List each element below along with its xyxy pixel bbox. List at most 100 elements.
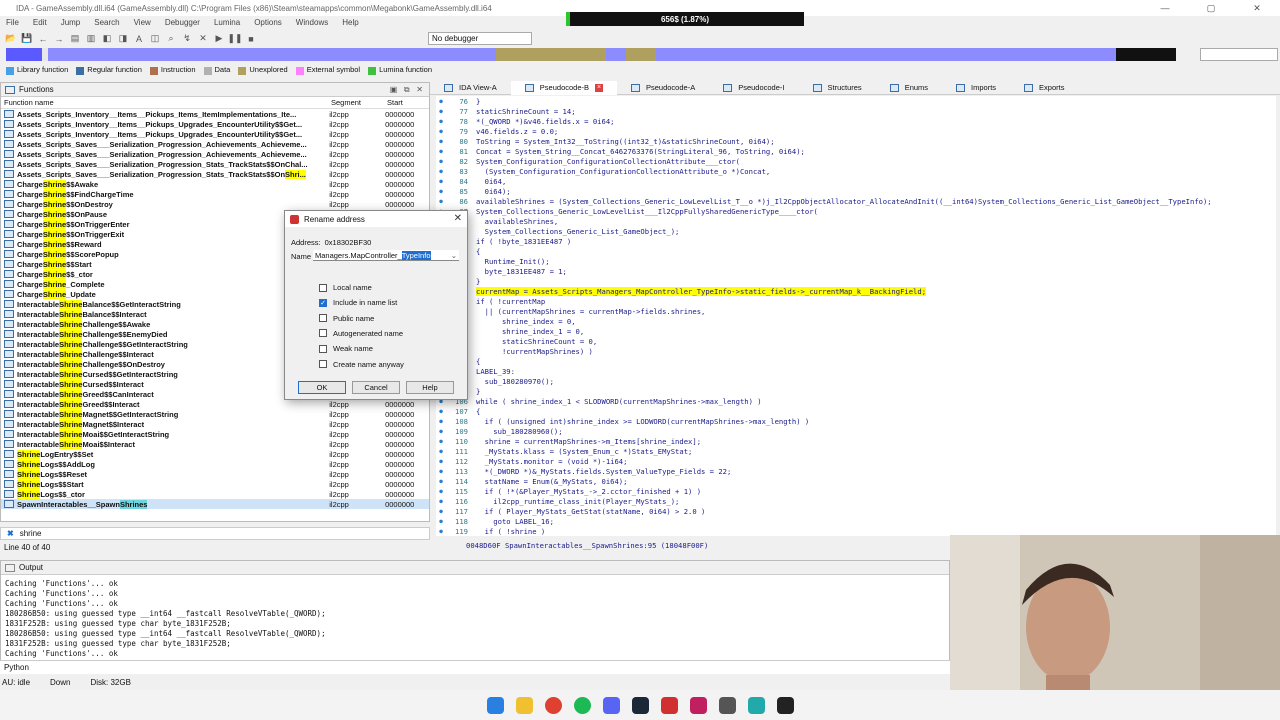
stop-icon[interactable]: ✕	[196, 32, 210, 45]
option-create-name-anyway[interactable]: Create name anyway	[319, 360, 404, 369]
segment-select[interactable]	[1200, 48, 1278, 61]
function-row[interactable]: ShrineLogEntry$$Set il2cpp 0000000	[1, 449, 429, 459]
play-icon[interactable]: ▶	[212, 32, 226, 45]
menu-options[interactable]: Options	[254, 18, 282, 27]
checkbox[interactable]	[319, 360, 327, 368]
pseudocode-view[interactable]: ● 76} ● 77 staticShrineCount = 14; ● 78 *(_QWOR…	[436, 96, 1276, 536]
function-row[interactable]: Assets_Scripts_Saves___Serialization_Pro…	[1, 149, 429, 159]
tab-enums[interactable]: Enums	[876, 81, 942, 95]
ok-button[interactable]: OK	[298, 381, 346, 394]
breakpoint-dot-icon[interactable]: ●	[436, 98, 446, 105]
breakpoint-dot-icon[interactable]: ●	[436, 158, 446, 165]
help-button[interactable]: Help	[406, 381, 454, 394]
function-row[interactable]: ShrineLogs$$Start il2cpp 0000000	[1, 479, 429, 489]
function-row[interactable]: ChargeShrine$$OnDestroy il2cpp 0000000	[1, 199, 429, 209]
breakpoint-dot-icon[interactable]: ●	[436, 408, 446, 415]
tab-exports[interactable]: Exports	[1010, 81, 1078, 95]
function-row[interactable]: Assets_Scripts_Inventory__Items__Pickups…	[1, 119, 429, 129]
cancel-button[interactable]: Cancel	[352, 381, 400, 394]
breakpoint-dot-icon[interactable]: ●	[436, 178, 446, 185]
panel-controls-icon[interactable]: ▣ ⧉ ✕	[390, 85, 423, 95]
col-start[interactable]: Start	[387, 98, 427, 107]
function-row[interactable]: Assets_Scripts_Saves___Serialization_Pro…	[1, 169, 429, 179]
close-icon[interactable]: ✕	[1234, 0, 1280, 16]
breakpoint-dot-icon[interactable]: ●	[436, 168, 446, 175]
breakpoint-dot-icon[interactable]: ●	[436, 508, 446, 515]
menu-debugger[interactable]: Debugger	[165, 18, 200, 27]
breakpoint-dot-icon[interactable]: ●	[436, 428, 446, 435]
menu-edit[interactable]: Edit	[33, 18, 47, 27]
search-icon[interactable]: ⌕	[164, 32, 178, 45]
function-row[interactable]: InteractableShrineMagnet$$Interact il2cpp…	[1, 419, 429, 429]
breakpoint-dot-icon[interactable]: ●	[436, 498, 446, 505]
breakpoint-dot-icon[interactable]: ●	[436, 448, 446, 455]
checkbox[interactable]	[319, 283, 327, 292]
breakpoint-dot-icon[interactable]: ●	[436, 128, 446, 135]
menu-file[interactable]: File	[6, 18, 19, 27]
col-segment[interactable]: Segment	[331, 98, 387, 107]
function-row[interactable]: Assets_Scripts_Saves___Serialization_Pro…	[1, 139, 429, 149]
python-input[interactable]: Python	[0, 660, 950, 674]
function-row[interactable]: ChargeShrine$$Awake il2cpp 0000000	[1, 179, 429, 189]
breakpoint-dot-icon[interactable]: ●	[436, 468, 446, 475]
debugger-select[interactable]: No debugger	[428, 32, 532, 45]
code-icon[interactable]: ◧	[100, 32, 114, 45]
menu-view[interactable]: View	[134, 18, 151, 27]
function-row[interactable]: Assets_Scripts_Inventory__Items__Pickups…	[1, 109, 429, 119]
breakpoint-dot-icon[interactable]: ●	[436, 458, 446, 465]
ida-icon[interactable]	[747, 696, 765, 714]
function-row[interactable]: ShrineLogs$$_ctor il2cpp 0000000	[1, 489, 429, 499]
open-icon[interactable]: 📂	[4, 32, 18, 45]
menu-windows[interactable]: Windows	[296, 18, 328, 27]
tab-pseudocode-a[interactable]: Pseudocode-A	[617, 81, 709, 95]
binary-icon[interactable]: ▤	[68, 32, 82, 45]
explorer-icon[interactable]	[515, 696, 533, 714]
checkbox[interactable]	[319, 329, 327, 338]
menu-search[interactable]: Search	[94, 18, 119, 27]
name-input[interactable]: Managers.MapController_ TypeInfo ⌄	[313, 250, 459, 261]
tab-pseudocode-b[interactable]: Pseudocode-B ×	[510, 80, 617, 95]
app3-icon[interactable]	[718, 696, 736, 714]
option-autogenerated-name[interactable]: Autogenerated name	[319, 329, 403, 338]
function-row[interactable]: InteractableShrineMoai$$Interact il2cpp 00…	[1, 439, 429, 449]
checkbox[interactable]: ✓	[319, 298, 327, 307]
graph-icon[interactable]: ◫	[148, 32, 162, 45]
function-row[interactable]: ShrineLogs$$Reset il2cpp 0000000	[1, 469, 429, 479]
tab-structures[interactable]: Structures	[799, 81, 876, 95]
save-icon[interactable]: 💾	[20, 32, 34, 45]
tab-pseudocode-i[interactable]: Pseudocode-I	[709, 81, 798, 95]
minimize-icon[interactable]: —	[1142, 0, 1188, 16]
breakpoint-dot-icon[interactable]: ●	[436, 118, 446, 125]
breakpoint-dot-icon[interactable]: ●	[436, 138, 446, 145]
filter-input[interactable]: shrine	[20, 529, 42, 538]
breakpoint-dot-icon[interactable]: ●	[436, 528, 446, 535]
breakpoint-dot-icon[interactable]: ●	[436, 188, 446, 195]
hex-icon[interactable]: ▥	[84, 32, 98, 45]
col-function-name[interactable]: Function name	[1, 98, 331, 107]
clear-filter-icon[interactable]: ✖	[7, 529, 14, 538]
back-icon[interactable]: ←	[36, 32, 50, 45]
breakpoint-dot-icon[interactable]: ●	[436, 438, 446, 445]
option-include-in-name-list[interactable]: ✓ Include in name list	[319, 298, 397, 307]
checkbox[interactable]	[319, 344, 327, 353]
breakpoint-dot-icon[interactable]: ●	[436, 198, 446, 205]
checkbox[interactable]	[319, 314, 327, 323]
stop-debug-icon[interactable]: ■	[244, 32, 258, 45]
breakpoint-dot-icon[interactable]: ●	[436, 518, 446, 525]
forward-icon[interactable]: →	[52, 32, 66, 45]
pause-icon[interactable]: ❚❚	[227, 32, 242, 45]
app2-icon[interactable]	[689, 696, 707, 714]
breakpoint-dot-icon[interactable]: ●	[436, 488, 446, 495]
option-weak-name[interactable]: Weak name	[319, 344, 373, 353]
function-row[interactable]: SpawnInteractables__SpawnShrines il2cpp 00…	[1, 499, 429, 509]
data-icon[interactable]: ◨	[116, 32, 130, 45]
start-icon[interactable]	[486, 696, 504, 714]
function-row[interactable]: InteractableShrineGreed$$Interact il2cpp 0…	[1, 399, 429, 409]
function-row[interactable]: Assets_Scripts_Saves___Serialization_Pro…	[1, 159, 429, 169]
option-local-name[interactable]: Local name	[319, 283, 372, 292]
function-row[interactable]: InteractableShrineMagnet$$GetInteractStr…	[1, 409, 429, 419]
string-icon[interactable]: A	[132, 32, 146, 45]
xref-icon[interactable]: ↯	[180, 32, 194, 45]
chrome-icon[interactable]	[544, 696, 562, 714]
function-row[interactable]: InteractableShrineMoai$$GetInteractStrin…	[1, 429, 429, 439]
